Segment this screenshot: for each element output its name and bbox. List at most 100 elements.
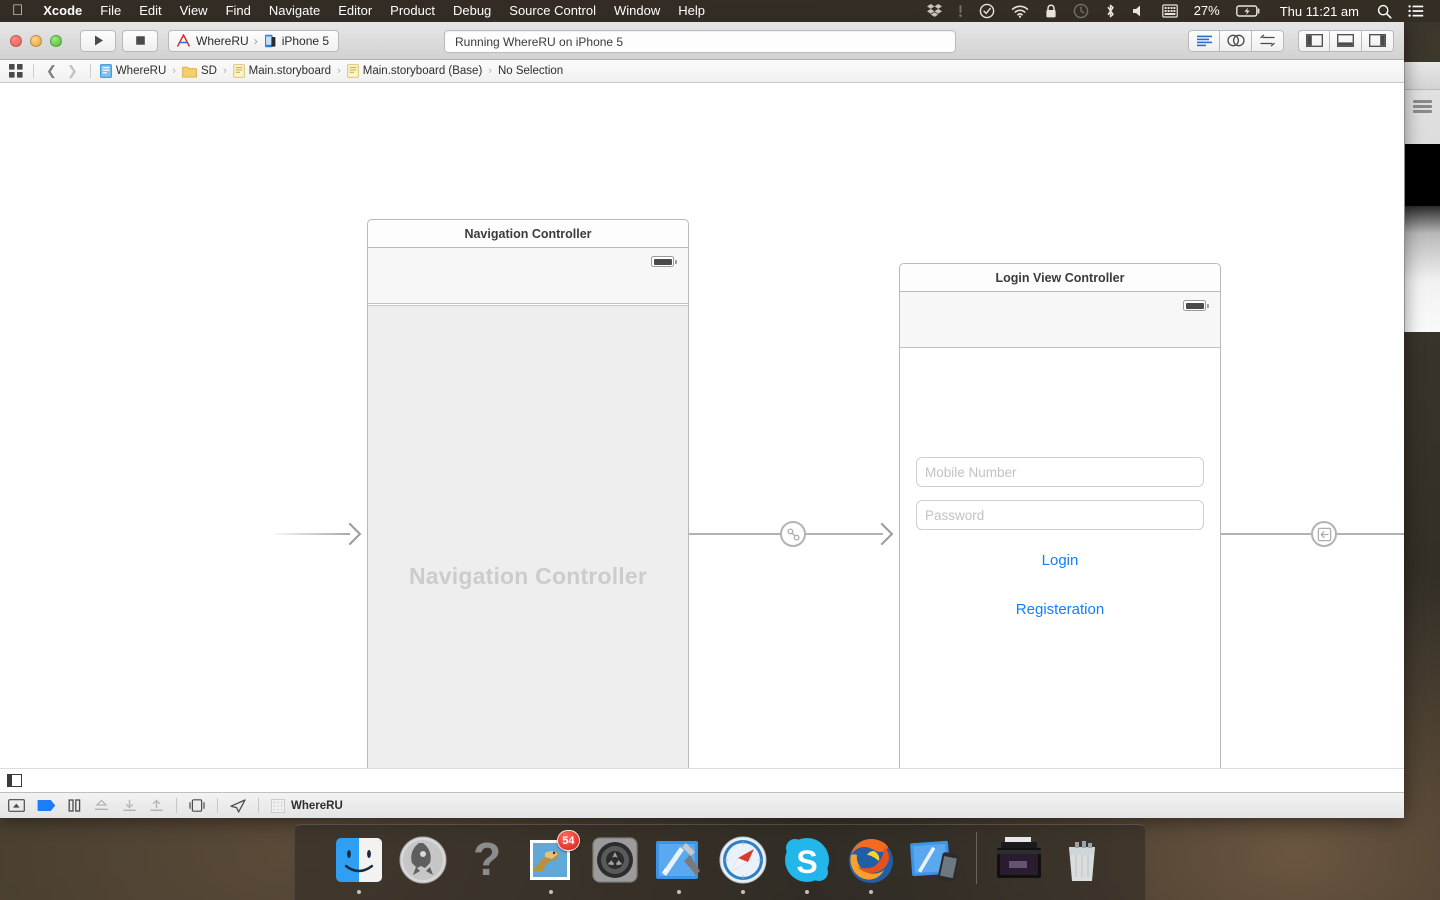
- skype-icon: S: [780, 833, 834, 887]
- step-into-button[interactable]: [122, 799, 137, 812]
- hamburger-menu-icon[interactable]: [1413, 100, 1432, 113]
- time-machine-icon[interactable]: [1065, 3, 1097, 19]
- breadcrumb-label: WhereRU: [116, 65, 166, 77]
- notification-center-icon[interactable]: [1400, 4, 1432, 18]
- project-file-icon: [100, 64, 112, 78]
- dock-folder-stack[interactable]: [990, 833, 1046, 894]
- breadcrumb-separator: ›: [168, 65, 180, 77]
- toggle-debug-area-button[interactable]: [8, 799, 25, 812]
- menu-item-editor[interactable]: Editor: [329, 0, 381, 22]
- dock-system-preferences[interactable]: [587, 833, 643, 894]
- activity-status-text: Running WhereRU on iPhone 5: [455, 35, 623, 49]
- dock-xcode[interactable]: [651, 833, 707, 894]
- menu-item-file[interactable]: File: [91, 0, 130, 22]
- menu-item-product[interactable]: Product: [381, 0, 444, 22]
- menu-item-find[interactable]: Find: [217, 0, 260, 22]
- menu-item-navigate[interactable]: Navigate: [260, 0, 329, 22]
- menu-bar-status-items: 27% Thu 11:21 am: [919, 0, 1440, 22]
- dock-mail[interactable]: 54: [523, 833, 579, 894]
- version-editor-button[interactable]: [1252, 30, 1284, 52]
- bluetooth-icon[interactable]: [1097, 3, 1124, 19]
- close-button[interactable]: [10, 35, 22, 47]
- breadcrumb-folder[interactable]: SD: [180, 65, 219, 78]
- scene-navigation-controller[interactable]: Navigation Controller Navigation Control…: [367, 219, 689, 768]
- dock-launchpad[interactable]: [395, 833, 451, 894]
- registration-button[interactable]: Registeration: [900, 601, 1220, 618]
- hamburger-line: [1413, 105, 1432, 108]
- apple-logo-icon[interactable]: : [0, 0, 34, 22]
- stop-button[interactable]: [122, 30, 158, 52]
- running-indicator: [805, 890, 809, 894]
- menu-item-edit[interactable]: Edit: [130, 0, 170, 22]
- toggle-utilities-button[interactable]: [1362, 30, 1394, 52]
- pause-button[interactable]: [68, 799, 81, 812]
- login-button[interactable]: Login: [900, 552, 1220, 569]
- battery-percent-label[interactable]: 27%: [1186, 0, 1228, 22]
- wifi-icon[interactable]: [1003, 4, 1037, 18]
- menu-item-window[interactable]: Window: [605, 0, 669, 22]
- simulate-location-button[interactable]: [230, 799, 246, 813]
- forward-button[interactable]: ❯: [62, 63, 83, 79]
- storyboard-canvas[interactable]: Navigation Controller Navigation Control…: [0, 83, 1404, 768]
- minimize-button[interactable]: [30, 35, 42, 47]
- toggle-debug-area-button[interactable]: [1330, 30, 1362, 52]
- lock-icon[interactable]: [1037, 4, 1065, 19]
- scene-body-navigation-controller[interactable]: Navigation Controller: [367, 247, 689, 768]
- battery-charging-icon[interactable]: [1228, 4, 1270, 18]
- menu-item-xcode[interactable]: Xcode: [34, 0, 91, 22]
- relationship-segue-badge[interactable]: [780, 521, 806, 547]
- run-button[interactable]: [80, 30, 116, 52]
- related-items-icon[interactable]: [6, 64, 26, 78]
- scene-title-login-view-controller[interactable]: Login View Controller: [899, 263, 1221, 291]
- breadcrumb-selection[interactable]: No Selection: [496, 65, 565, 77]
- breadcrumb-storyboard-base[interactable]: Main.storyboard (Base): [345, 64, 485, 78]
- debug-bar-divider: [217, 798, 218, 813]
- zoom-button[interactable]: [50, 35, 62, 47]
- assistant-editor-button[interactable]: [1220, 30, 1252, 52]
- document-outline-toggle-icon[interactable]: [7, 774, 22, 787]
- breadcrumb-storyboard[interactable]: Main.storyboard: [231, 64, 333, 78]
- scheme-selector[interactable]: WhereRU › iPhone 5: [168, 30, 339, 52]
- back-button[interactable]: ❮: [41, 63, 62, 79]
- mobile-number-field[interactable]: Mobile Number: [916, 457, 1204, 487]
- menu-item-view[interactable]: View: [171, 0, 217, 22]
- step-out-button[interactable]: [149, 799, 164, 812]
- menu-item-help[interactable]: Help: [669, 0, 714, 22]
- volume-icon[interactable]: [1124, 4, 1154, 18]
- menu-bar-clock[interactable]: Thu 11:21 am: [1270, 4, 1369, 19]
- breakpoints-button[interactable]: [37, 799, 56, 812]
- dock-finder[interactable]: [331, 833, 387, 894]
- menu-item-debug[interactable]: Debug: [444, 0, 500, 22]
- dock-skype[interactable]: S: [779, 833, 835, 894]
- show-segue-badge[interactable]: [1311, 521, 1337, 547]
- menu-item-source-control[interactable]: Source Control: [500, 0, 605, 22]
- exclamation-icon[interactable]: [950, 4, 971, 18]
- dock-help[interactable]: ?: [459, 833, 515, 894]
- view-toggle-group: [1298, 30, 1394, 52]
- scene-title-navigation-controller[interactable]: Navigation Controller: [367, 219, 689, 247]
- navigation-controller-placeholder-label: Navigation Controller: [409, 563, 647, 590]
- clock-check-icon[interactable]: [971, 3, 1003, 19]
- standard-editor-button[interactable]: [1188, 30, 1220, 52]
- dock-firefox[interactable]: [843, 833, 899, 894]
- toggle-navigator-button[interactable]: [1298, 30, 1330, 52]
- scene-body-login-view-controller[interactable]: Mobile Number Password Login Registerati…: [899, 291, 1221, 768]
- login-view-content[interactable]: Mobile Number Password Login Registerati…: [900, 349, 1220, 768]
- keyboard-input-icon[interactable]: [1154, 4, 1186, 18]
- debug-view-hierarchy-button[interactable]: [189, 799, 205, 812]
- background-window[interactable]: [1404, 62, 1440, 332]
- spotlight-search-icon[interactable]: [1369, 4, 1400, 19]
- version-editor-icon: [1259, 34, 1276, 47]
- ios-status-bar: [900, 292, 1220, 348]
- step-over-button[interactable]: [93, 799, 110, 812]
- dock-simulator[interactable]: [907, 833, 963, 894]
- dropbox-icon[interactable]: [919, 4, 950, 18]
- breadcrumb-project[interactable]: WhereRU: [98, 64, 168, 78]
- dock-trash[interactable]: [1054, 833, 1110, 894]
- dock-safari[interactable]: [715, 833, 771, 894]
- storyboard-entry-point-arrowhead: [339, 523, 362, 546]
- breadcrumb-separator: ›: [333, 65, 345, 77]
- scene-login-view-controller[interactable]: Login View Controller Mobile Number Pass…: [899, 263, 1221, 768]
- password-field[interactable]: Password: [916, 500, 1204, 530]
- navigator-panel-icon: [1306, 34, 1323, 47]
